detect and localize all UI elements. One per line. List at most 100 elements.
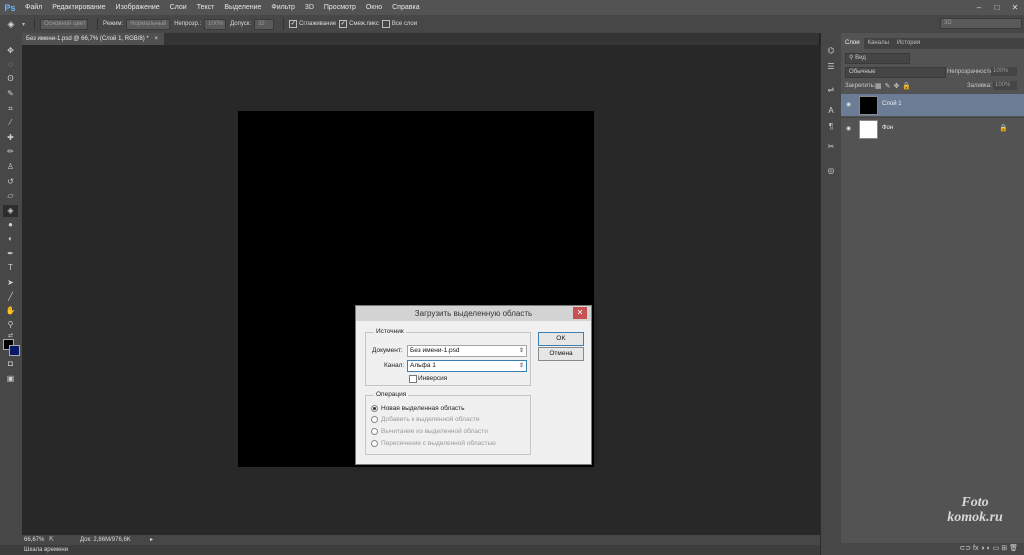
export-icon[interactable]: ⇱ xyxy=(49,535,54,545)
actions-icon[interactable]: ☰ xyxy=(824,61,838,72)
marquee-tool-icon[interactable]: ◌ xyxy=(3,59,18,71)
mode-select[interactable]: Нормальный xyxy=(126,18,171,30)
fill-source-select[interactable]: Основной цвет xyxy=(40,18,89,30)
cancel-button[interactable]: Отмена xyxy=(538,347,584,361)
lock-icons[interactable]: ▦✎✥🔒 xyxy=(875,82,914,90)
screen-mode-icon[interactable]: ▣ xyxy=(3,373,18,385)
divider xyxy=(97,18,99,30)
antialias-checkbox[interactable]: ✓ xyxy=(289,20,298,28)
tab-layers[interactable]: Слои xyxy=(841,38,864,49)
menu-image[interactable]: Изображение xyxy=(111,4,165,11)
invert-checkbox[interactable] xyxy=(409,375,417,383)
ok-button[interactable]: OK xyxy=(538,332,584,346)
3d-icon[interactable]: ◎ xyxy=(824,165,838,176)
history-icon[interactable]: ⌬ xyxy=(824,45,838,56)
paint-bucket-tool-icon[interactable]: ◈ xyxy=(3,205,18,217)
tools-presets-icon[interactable]: ✂ xyxy=(824,141,838,152)
paint-bucket-icon[interactable]: ◈ xyxy=(0,19,22,30)
layer-row-layer1[interactable]: ◉ Слой 1 xyxy=(841,94,1024,116)
hand-tool-icon[interactable]: ✋ xyxy=(3,305,18,317)
lasso-tool-icon[interactable]: ʘ xyxy=(3,73,18,85)
spinner-icon: ⇕ xyxy=(518,348,524,354)
layer-row-background[interactable]: ◉ Фон 🔒 xyxy=(841,117,1024,140)
menu-3d[interactable]: 3D xyxy=(300,4,319,11)
menu-help[interactable]: Справка xyxy=(387,4,424,11)
close-icon[interactable]: ✕ xyxy=(573,307,587,319)
menu-filter[interactable]: Фильтр xyxy=(266,4,300,11)
timeline-label[interactable]: Шкала времени xyxy=(24,545,68,555)
menu-layers[interactable]: Слои xyxy=(165,4,192,11)
crop-tool-icon[interactable]: ⌗ xyxy=(3,103,18,115)
options-bar: ◈ ▾ Основной цвет Режим: Нормальный Непр… xyxy=(0,15,1024,34)
type-tool-icon[interactable]: T xyxy=(3,262,18,274)
tab-channels[interactable]: Каналы xyxy=(864,38,893,49)
layer-fill-input[interactable]: 100% xyxy=(993,81,1017,90)
eyedropper-tool-icon[interactable]: ⁄ xyxy=(3,117,18,129)
brush-tool-icon[interactable]: ✏ xyxy=(3,146,18,158)
eraser-tool-icon[interactable]: ▱ xyxy=(3,190,18,202)
radio-add-selection[interactable]: Добавить к выделенной области xyxy=(371,416,479,423)
document-tab[interactable]: Без имени-1.psd @ 66,7% (Слой 1, RGB/8) … xyxy=(22,33,164,45)
document-select[interactable]: Без имени-1.psd ⇕ xyxy=(407,345,527,357)
blend-mode-select[interactable]: Обычные xyxy=(845,67,946,78)
document-info: Док: 2,86M/976,6K xyxy=(80,537,131,543)
close-tab-icon[interactable]: × xyxy=(154,36,158,42)
close-window-button[interactable]: ✕ xyxy=(1006,0,1024,15)
menu-view[interactable]: Просмотр xyxy=(319,4,361,11)
menu-select[interactable]: Выделение xyxy=(219,4,266,11)
healing-tool-icon[interactable]: ✚ xyxy=(3,132,18,144)
character-icon[interactable]: A xyxy=(824,105,838,116)
tolerance-label: Допуск: xyxy=(230,21,252,27)
menu-window[interactable]: Окно xyxy=(361,4,387,11)
minimize-button[interactable]: – xyxy=(970,0,988,15)
menu-type[interactable]: Текст xyxy=(192,4,220,11)
quickmask-icon[interactable]: ◘ xyxy=(3,358,18,370)
eye-icon[interactable]: ◉ xyxy=(846,125,851,132)
timeline-bar: Шкала времени xyxy=(0,545,820,555)
dodge-tool-icon[interactable]: ◐ xyxy=(3,233,18,245)
layers-panel: Слои Каналы История ⚲ Вид Обычные Непроз… xyxy=(841,33,1024,555)
source-group: Источник Документ: Без имени-1.psd ⇕ Кан… xyxy=(365,328,531,386)
history-brush-tool-icon[interactable]: ↺ xyxy=(3,176,18,188)
background-color-swatch[interactable] xyxy=(9,345,20,356)
pen-tool-icon[interactable]: ✒ xyxy=(3,248,18,260)
document-tabs: Без имени-1.psd @ 66,7% (Слой 1, RGB/8) … xyxy=(22,33,819,45)
workspace-select[interactable]: 3D xyxy=(940,18,1022,29)
opacity-label: Непрозр.: xyxy=(174,21,202,27)
move-tool-icon[interactable]: ✥ xyxy=(3,45,18,57)
channel-select[interactable]: Альфа 1 ⇕ xyxy=(407,360,527,372)
contiguous-label: Смеж.пикс xyxy=(349,21,379,27)
radio-intersect-selection[interactable]: Пересечение с выделенной областью xyxy=(371,440,496,447)
line-tool-icon[interactable]: ╱ xyxy=(3,291,18,303)
all-layers-checkbox[interactable] xyxy=(381,20,390,28)
zoom-level[interactable]: 66,67% xyxy=(24,535,44,545)
eye-icon[interactable]: ◉ xyxy=(846,101,851,108)
layer-filter-select[interactable]: ⚲ Вид xyxy=(845,53,910,64)
quick-select-tool-icon[interactable]: ✎ xyxy=(3,88,18,100)
layer-thumbnail xyxy=(859,96,878,115)
document-value: Без имени-1.psd xyxy=(410,347,460,354)
radio-subtract-selection[interactable]: Вычитание из выделенной области xyxy=(371,428,488,435)
divider xyxy=(283,18,285,30)
radio-new-selection[interactable]: Новая выделенная область xyxy=(371,405,465,412)
chevron-down-icon[interactable]: ▾ xyxy=(22,21,25,28)
opacity-input[interactable]: 100% xyxy=(204,18,227,30)
layer-name: Фон xyxy=(882,125,894,131)
tolerance-input[interactable]: 32 xyxy=(254,18,275,30)
opacity-label: Непрозрачность: xyxy=(947,69,995,75)
layer-opacity-input[interactable]: 100% xyxy=(991,67,1017,76)
path-select-tool-icon[interactable]: ➤ xyxy=(3,277,18,289)
blur-tool-icon[interactable]: ● xyxy=(3,219,18,231)
contiguous-checkbox[interactable]: ✓ xyxy=(339,20,348,28)
search-icon: ⚲ xyxy=(849,55,854,61)
status-arrow-icon[interactable]: ▸ xyxy=(150,535,153,545)
stamp-tool-icon[interactable]: ♙ xyxy=(3,161,18,173)
tab-history[interactable]: История xyxy=(893,38,924,49)
menu-file[interactable]: Файл xyxy=(20,4,47,11)
menu-edit[interactable]: Редактирование xyxy=(47,4,110,11)
paragraph-icon[interactable]: ¶ xyxy=(824,121,838,132)
properties-icon[interactable]: ⇌ xyxy=(824,84,838,95)
watermark-logo: Foto komok.ru xyxy=(930,495,1020,550)
watermark-line2: komok.ru xyxy=(947,510,1003,525)
maximize-button[interactable]: □ xyxy=(988,0,1006,15)
